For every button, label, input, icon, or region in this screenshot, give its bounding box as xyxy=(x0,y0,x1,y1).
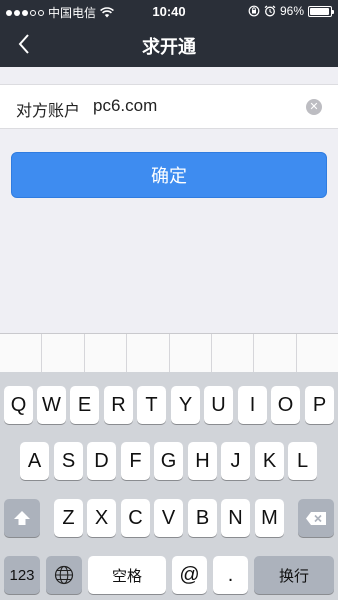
suggestion-cell[interactable] xyxy=(170,334,212,372)
key-r[interactable]: R xyxy=(104,386,133,424)
key-m[interactable]: M xyxy=(255,499,284,537)
account-input[interactable] xyxy=(93,96,293,116)
delete-key[interactable] xyxy=(298,499,334,537)
suggestion-cell[interactable] xyxy=(42,334,85,372)
key-n[interactable]: N xyxy=(221,499,250,537)
account-field[interactable]: 对方账户 ✕ xyxy=(0,84,338,129)
suggestion-bar xyxy=(0,333,338,372)
key-z[interactable]: Z xyxy=(54,499,83,537)
key-s[interactable]: S xyxy=(54,442,83,480)
globe-icon xyxy=(54,565,74,585)
top-bar: 中国电信 10:40 96% 求开通 xyxy=(0,0,338,67)
key-o[interactable]: O xyxy=(271,386,300,424)
language-key[interactable] xyxy=(46,556,82,594)
key-q[interactable]: Q xyxy=(4,386,33,424)
keyboard: Q W E R T Y U I O P A S D F G H J K L Z … xyxy=(0,372,338,600)
suggestion-cell[interactable] xyxy=(127,334,170,372)
suggestion-cell[interactable] xyxy=(254,334,297,372)
shift-icon xyxy=(14,511,30,525)
rotation-lock-icon xyxy=(248,5,260,17)
suggestion-cell[interactable] xyxy=(85,334,128,372)
key-v[interactable]: V xyxy=(154,499,183,537)
battery-icon xyxy=(308,5,334,17)
key-y[interactable]: Y xyxy=(171,386,200,424)
nav-bar: 求开通 xyxy=(0,22,338,67)
page-title: 求开通 xyxy=(142,37,196,57)
suggestion-cell[interactable] xyxy=(297,334,338,372)
alarm-icon xyxy=(264,5,276,17)
at-key[interactable]: @ xyxy=(172,556,207,594)
clear-icon[interactable]: ✕ xyxy=(306,99,322,115)
suggestion-cell[interactable] xyxy=(212,334,255,372)
status-bar: 中国电信 10:40 96% xyxy=(0,0,338,22)
key-x[interactable]: X xyxy=(87,499,116,537)
account-field-label: 对方账户 xyxy=(16,103,81,120)
space-key[interactable]: 空格 xyxy=(88,556,166,594)
confirm-button[interactable]: 确定 xyxy=(11,152,327,198)
numbers-key[interactable]: 123 xyxy=(4,556,40,594)
key-g[interactable]: G xyxy=(154,442,183,480)
key-p[interactable]: P xyxy=(305,386,334,424)
key-k[interactable]: K xyxy=(255,442,284,480)
key-c[interactable]: C xyxy=(121,499,150,537)
key-i[interactable]: I xyxy=(238,386,267,424)
dot-key[interactable]: . xyxy=(213,556,248,594)
key-t[interactable]: T xyxy=(137,386,166,424)
key-u[interactable]: U xyxy=(204,386,233,424)
key-j[interactable]: J xyxy=(221,442,250,480)
return-key[interactable]: 换行 xyxy=(254,556,334,594)
key-d[interactable]: D xyxy=(87,442,116,480)
battery-percent: 96% xyxy=(279,4,304,18)
key-e[interactable]: E xyxy=(70,386,99,424)
key-h[interactable]: H xyxy=(188,442,217,480)
shift-key[interactable] xyxy=(4,499,40,537)
key-b[interactable]: B xyxy=(188,499,217,537)
suggestion-cell[interactable] xyxy=(0,334,43,372)
key-w[interactable]: W xyxy=(37,386,66,424)
key-a[interactable]: A xyxy=(20,442,49,480)
key-f[interactable]: F xyxy=(121,442,150,480)
key-l[interactable]: L xyxy=(288,442,317,480)
backspace-icon xyxy=(306,511,326,525)
